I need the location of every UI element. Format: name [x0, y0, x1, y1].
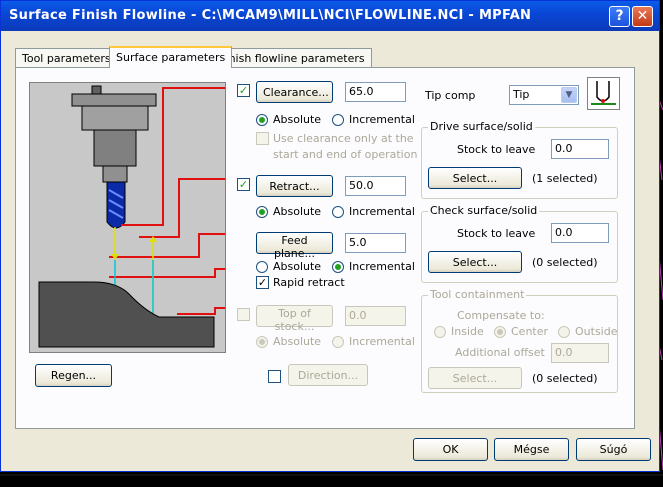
- outside-label: Outside: [575, 325, 618, 338]
- cancel-button[interactable]: Mégse: [494, 438, 569, 461]
- close-icon: ✕: [636, 8, 649, 24]
- ok-button[interactable]: OK: [413, 438, 488, 461]
- tab-surface-parameters[interactable]: Surface parameters: [109, 46, 233, 68]
- center-label: Center: [511, 325, 549, 338]
- regen-button[interactable]: Regen...: [35, 364, 112, 387]
- inside-label: Inside: [451, 325, 484, 338]
- rapid-retract-checkbox[interactable]: ✓: [256, 276, 269, 289]
- direction-button[interactable]: Direction...: [288, 364, 368, 386]
- title-bar[interactable]: Surface Finish Flowline - C:\MCAM9\MILL\…: [1, 1, 659, 31]
- clearance-incremental-radio[interactable]: [332, 114, 344, 126]
- tool-containment-group: Tool containment Compensate to: Inside C…: [421, 288, 618, 393]
- retract-input[interactable]: 50.0: [345, 176, 406, 196]
- drive-surface-title: Drive surface/solid: [428, 120, 535, 133]
- containment-select-button[interactable]: Select...: [428, 367, 522, 389]
- containment-selected-count: (0 selected): [532, 372, 598, 385]
- use-clearance-only-label-1: Use clearance only at the: [273, 132, 414, 145]
- drive-select-button[interactable]: Select...: [428, 167, 522, 189]
- top-of-stock-input[interactable]: 0.0: [345, 306, 406, 326]
- retract-absolute-label: Absolute: [273, 205, 322, 218]
- clearance-input[interactable]: 65.0: [345, 82, 406, 102]
- outside-radio[interactable]: [558, 326, 570, 338]
- drive-stock-label: Stock to leave: [457, 143, 536, 156]
- clearance-checkbox[interactable]: ✓: [237, 84, 250, 97]
- check-surface-group: Check surface/solid Stock to leave 0.0 S…: [421, 204, 618, 283]
- chevron-down-icon: ▼: [561, 87, 577, 103]
- use-clearance-only-label-2: start and end of operation: [273, 148, 418, 161]
- feed-plane-button[interactable]: Feed plane...: [256, 232, 333, 260]
- tab-panel: Regen... ✓ Clearance... 65.0 Absolute In…: [15, 67, 635, 429]
- feed-plane-absolute-label: Absolute: [273, 260, 322, 273]
- compensate-label: Compensate to:: [457, 309, 545, 322]
- tab-finish-flowline-parameters[interactable]: Finish flowline parameters: [213, 48, 372, 67]
- check-stock-label: Stock to leave: [457, 227, 536, 240]
- end-mill-icon: [106, 181, 126, 229]
- retract-incremental-radio[interactable]: [332, 206, 344, 218]
- tab-tool-parameters[interactable]: Tool parameters: [15, 48, 118, 67]
- retract-button[interactable]: Retract...: [256, 175, 333, 197]
- close-title-button[interactable]: ✕: [632, 6, 653, 27]
- retract-absolute-radio[interactable]: [256, 206, 268, 218]
- additional-offset-input[interactable]: 0.0: [551, 343, 609, 363]
- top-of-stock-incremental-radio[interactable]: [332, 336, 344, 348]
- clearance-button[interactable]: Clearance...: [256, 81, 333, 103]
- drive-surface-group: Drive surface/solid Stock to leave 0.0 S…: [421, 120, 618, 199]
- check-select-button[interactable]: Select...: [428, 251, 522, 273]
- drive-selected-count: (1 selected): [532, 172, 598, 185]
- tool-tip-icon: [587, 77, 620, 110]
- drive-stock-input[interactable]: 0.0: [551, 139, 609, 159]
- question-icon: ?: [615, 8, 624, 24]
- feed-plane-input[interactable]: 5.0: [345, 233, 406, 253]
- center-radio[interactable]: [494, 326, 506, 338]
- top-of-stock-absolute-label: Absolute: [273, 335, 322, 348]
- check-stock-input[interactable]: 0.0: [551, 223, 609, 243]
- retract-checkbox[interactable]: ✓: [237, 178, 250, 191]
- check-surface-title: Check surface/solid: [428, 204, 540, 217]
- top-of-stock-button[interactable]: Top of stock...: [256, 305, 333, 333]
- dialog-window: Surface Finish Flowline - C:\MCAM9\MILL\…: [0, 0, 660, 472]
- tip-comp-label: Tip comp: [425, 89, 476, 102]
- rapid-retract-label: Rapid retract: [273, 276, 345, 289]
- clearance-incremental-label: Incremental: [349, 113, 415, 126]
- top-of-stock-absolute-radio[interactable]: [256, 336, 268, 348]
- feed-plane-incremental-label: Incremental: [349, 260, 415, 273]
- window-title: Surface Finish Flowline - C:\MCAM9\MILL\…: [9, 8, 532, 23]
- top-of-stock-checkbox[interactable]: [237, 308, 250, 321]
- direction-checkbox[interactable]: [268, 370, 281, 383]
- clearance-absolute-radio[interactable]: [256, 114, 268, 126]
- feed-plane-absolute-radio[interactable]: [256, 261, 268, 273]
- tool-containment-title: Tool containment: [428, 288, 527, 301]
- tip-comp-select[interactable]: Tip ▼: [509, 85, 579, 105]
- feed-plane-incremental-radio[interactable]: [332, 261, 344, 273]
- check-selected-count: (0 selected): [532, 256, 598, 269]
- use-clearance-only-checkbox[interactable]: [256, 132, 269, 145]
- additional-offset-label: Additional offset: [455, 346, 545, 359]
- inside-radio[interactable]: [434, 326, 446, 338]
- retract-incremental-label: Incremental: [349, 205, 415, 218]
- top-of-stock-incremental-label: Incremental: [349, 335, 415, 348]
- tip-comp-value: Tip: [513, 88, 530, 101]
- help-button[interactable]: Súgó: [576, 438, 651, 461]
- help-title-button[interactable]: ?: [609, 6, 630, 27]
- height-diagram: [29, 82, 226, 353]
- clearance-absolute-label: Absolute: [273, 113, 322, 126]
